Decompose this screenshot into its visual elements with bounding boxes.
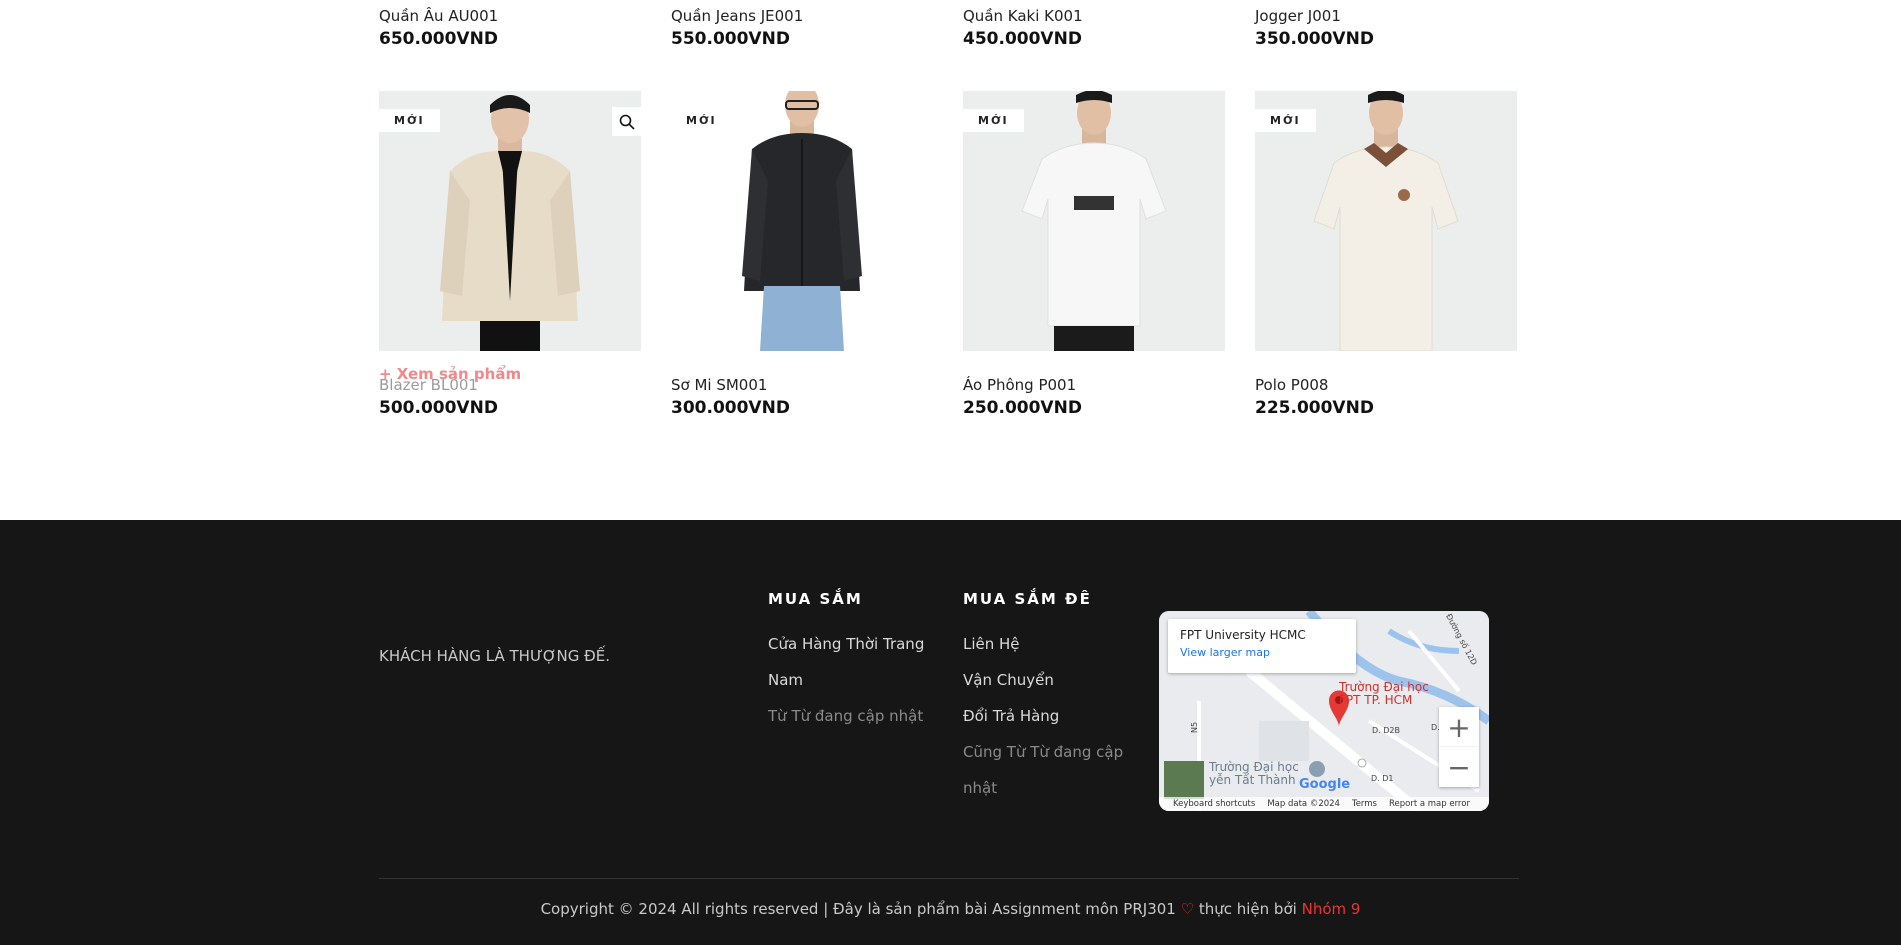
product-card[interactable]: Jogger J001 350.000VND — [1255, 6, 1517, 50]
product-price: 550.000VND — [671, 29, 790, 49]
footer-slogan: KHÁCH HÀNG LÀ THƯỢNG ĐẾ. — [379, 647, 611, 665]
team-name-link[interactable]: Nhóm 9 — [1302, 900, 1361, 918]
new-badge: MỚI — [1255, 109, 1316, 132]
copyright-text: Copyright © 2024 All rights reserved | Đ… — [540, 900, 1176, 918]
beige-blazer-photo — [440, 95, 580, 351]
terms-link[interactable]: Terms — [1352, 799, 1377, 809]
product-price: 450.000VND — [963, 29, 1082, 49]
product-image[interactable]: MỚI — [379, 91, 641, 351]
product-card-tshirt[interactable]: MỚI Áo Phông P001 250.000VND — [963, 91, 1225, 418]
footer-link-men-fashion-cont[interactable]: Nam — [768, 662, 938, 698]
keyboard-shortcuts-link[interactable]: Keyboard shortcuts — [1173, 799, 1255, 809]
product-price: 250.000VND — [963, 398, 1082, 418]
map-place-card: FPT University HCMC View larger map — [1168, 619, 1356, 673]
footer-link-contact[interactable]: Liên Hệ — [963, 626, 1133, 662]
map-street-label: D. D1 — [1371, 774, 1394, 783]
product-card-polo[interactable]: MỚI Polo P008 225.000VND — [1255, 91, 1517, 418]
new-badge: MỚI — [963, 109, 1024, 132]
google-logo: Google — [1299, 777, 1351, 792]
view-larger-map-link[interactable]: View larger map — [1180, 646, 1344, 659]
footer-muted-text: nhật — [963, 779, 998, 797]
white-tshirt-photo — [1021, 91, 1167, 351]
product-card[interactable]: Quần Kaki K001 450.000VND — [963, 6, 1225, 50]
product-name[interactable]: Quần Kaki K001 — [963, 6, 1225, 26]
map-place-title: FPT University HCMC — [1180, 628, 1306, 642]
footer-link-returns[interactable]: Đổi Trả Hàng — [963, 698, 1133, 734]
copyright: Copyright © 2024 All rights reserved | Đ… — [0, 900, 1901, 918]
product-name[interactable]: Sơ Mi SM001 — [671, 375, 933, 395]
product-image[interactable]: MỚI — [963, 91, 1225, 351]
map-poi-label[interactable]: Trường Đại học yễn Tất Thành — [1209, 761, 1299, 787]
product-image[interactable]: MỚI — [1255, 91, 1517, 351]
footer-divider — [379, 878, 1519, 879]
footer-link-shipping[interactable]: Vận Chuyển — [963, 662, 1133, 698]
black-shirt-photo — [742, 91, 862, 351]
product-card[interactable]: Quần Âu AU001 650.000VND — [379, 6, 641, 50]
report-map-error-link[interactable]: Report a map error — [1389, 799, 1470, 809]
zoom-in-button[interactable]: + — [1439, 707, 1479, 747]
map-pin-label[interactable]: Trường Đại học FPT TP. HCM — [1339, 681, 1429, 707]
footer-column-shop-2: MUA SẮM ĐÊ Liên Hệ Vận Chuyển Đổi Trả Hà… — [963, 590, 1133, 806]
product-name[interactable]: Blazer BL001 — [379, 375, 641, 395]
google-map[interactable]: Trường Đại học FPT TP. HCM Trường Đại họ… — [1159, 611, 1489, 811]
footer-muted-text: Cũng Từ Từ đang cập — [963, 743, 1124, 761]
product-price: 500.000VND — [379, 398, 498, 418]
product-price: 650.000VND — [379, 29, 498, 49]
footer-muted-text: Từ Từ đang cập nhật — [768, 707, 924, 725]
product-image[interactable]: MỚI — [671, 91, 933, 351]
footer-column-title: MUA SẮM — [768, 590, 863, 608]
zoom-out-button[interactable]: − — [1439, 747, 1479, 787]
map-street-label: D. D2B — [1372, 726, 1400, 735]
product-card-shirt[interactable]: MỚI Sơ Mi SM001 300.000VND — [671, 91, 933, 418]
footer-column-shop: MUA SẮM Cửa Hàng Thời Trang Nam Từ Từ đa… — [768, 590, 938, 734]
product-name[interactable]: Quần Âu AU001 — [379, 6, 641, 26]
copyright-by-text: thực hiện bởi — [1198, 900, 1297, 918]
map-attribution-bar: Keyboard shortcuts Map data ©2024 Terms … — [1159, 797, 1489, 811]
polo-shirt-photo — [1313, 91, 1459, 351]
product-name[interactable]: Áo Phông P001 — [963, 375, 1225, 395]
new-badge: MỚI — [671, 109, 732, 132]
map-data-text: Map data ©2024 — [1267, 799, 1340, 809]
heart-icon: ♡ — [1180, 900, 1195, 918]
product-card[interactable]: Quần Jeans JE001 550.000VND — [671, 6, 933, 50]
footer-column-title: MUA SẮM ĐÊ — [963, 590, 1092, 608]
zoom-icon[interactable] — [612, 107, 641, 136]
product-price: 300.000VND — [671, 398, 790, 418]
product-name[interactable]: Quần Jeans JE001 — [671, 6, 933, 26]
footer: KHÁCH HÀNG LÀ THƯỢNG ĐẾ. MUA SẮM Cửa Hàn… — [0, 520, 1901, 945]
product-price: 225.000VND — [1255, 398, 1374, 418]
product-card-blazer[interactable]: MỚI + Xem sản phẩm Blazer BL001 500.000V… — [379, 91, 641, 418]
map-street-label: N5 — [1190, 721, 1200, 734]
product-price: 350.000VND — [1255, 29, 1374, 49]
product-name[interactable]: Polo P008 — [1255, 375, 1517, 395]
product-name[interactable]: Jogger J001 — [1255, 6, 1517, 26]
new-badge: MỚI — [379, 109, 440, 132]
footer-link-men-fashion[interactable]: Cửa Hàng Thời Trang — [768, 626, 938, 662]
